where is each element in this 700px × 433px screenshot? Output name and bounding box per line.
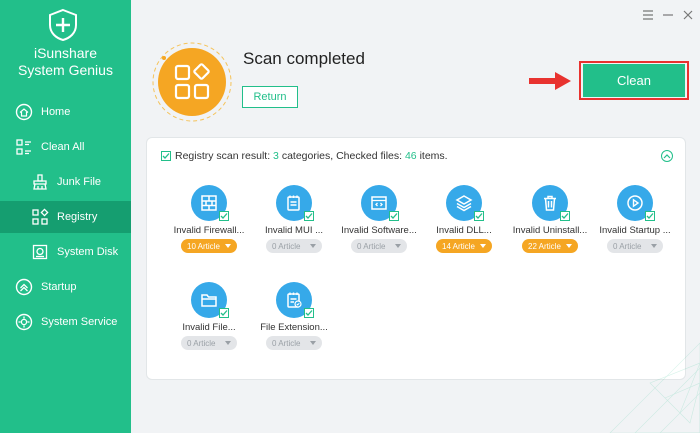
registry-icon: [30, 207, 50, 227]
startup-icon: [14, 277, 34, 297]
category-label: Invalid Firewall...: [173, 225, 245, 236]
collapse-icon[interactable]: [661, 150, 673, 162]
chevron-down-icon: [480, 244, 486, 248]
category-label: File Extension...: [260, 322, 328, 333]
category-label: Invalid File...: [182, 322, 236, 333]
article-count: 0 Article: [357, 241, 386, 251]
select-all-checkbox[interactable]: [161, 151, 171, 161]
article-count: 22 Article: [528, 241, 561, 251]
decorative-pattern: [609, 342, 700, 433]
sidebar-item-label: System Service: [41, 316, 118, 328]
sidebar-item-system-service[interactable]: System Service: [0, 306, 131, 338]
article-count-dropdown[interactable]: 0 Article: [351, 239, 407, 253]
category-label: Invalid Software...: [341, 225, 417, 236]
sidebar-item-home[interactable]: Home: [0, 96, 131, 128]
article-count-dropdown[interactable]: 10 Article: [181, 239, 237, 253]
category-invalid-software[interactable]: Invalid Software... 0 Article: [337, 185, 421, 260]
category-invalid-uninstall[interactable]: Invalid Uninstall... 22 Article: [508, 185, 592, 260]
summary-prefix: Registry scan result:: [175, 150, 271, 162]
article-count-dropdown[interactable]: 22 Article: [522, 239, 578, 253]
category-invalid-mui[interactable]: Invalid MUI ... 0 Article: [252, 185, 336, 260]
category-file-extension[interactable]: File Extension... 0 Article: [252, 282, 336, 357]
category-checkbox[interactable]: [219, 211, 229, 221]
red-arrow-icon: [529, 72, 571, 90]
clean-button[interactable]: Clean: [583, 64, 685, 97]
category-invalid-firewall[interactable]: Invalid Firewall... 10 Article: [167, 185, 251, 260]
article-count-dropdown[interactable]: 0 Article: [266, 239, 322, 253]
system-service-icon: [14, 312, 34, 332]
sidebar-item-system-disk[interactable]: System Disk: [0, 236, 131, 268]
category-checkbox[interactable]: [645, 211, 655, 221]
sidebar-item-label: Registry: [57, 211, 98, 223]
article-count-dropdown[interactable]: 14 Article: [436, 239, 492, 253]
category-label: Invalid MUI ...: [264, 225, 324, 236]
sidebar-item-clean-all[interactable]: Clean All: [0, 131, 131, 163]
chevron-down-icon: [310, 244, 316, 248]
article-count: 10 Article: [187, 241, 220, 251]
chevron-down-icon: [225, 244, 231, 248]
article-count-dropdown[interactable]: 0 Article: [266, 336, 322, 350]
article-count-dropdown[interactable]: 0 Article: [607, 239, 663, 253]
category-checkbox[interactable]: [474, 211, 484, 221]
menu-icon[interactable]: [640, 8, 656, 22]
sidebar-item-label: Junk File: [57, 176, 102, 188]
category-label: Invalid Uninstall...: [512, 225, 588, 236]
category-checkbox[interactable]: [389, 211, 399, 221]
minimize-icon[interactable]: [660, 8, 676, 22]
scan-complete-icon: [152, 42, 232, 122]
sidebar-item-label: Home: [41, 106, 71, 118]
article-count-dropdown[interactable]: 0 Article: [181, 336, 237, 350]
clean-all-icon: [14, 137, 34, 157]
return-button[interactable]: Return: [242, 86, 298, 108]
category-invalid-file[interactable]: Invalid File... 0 Article: [167, 282, 251, 357]
files-count: 46: [404, 150, 417, 162]
category-invalid-startup[interactable]: Invalid Startup ... 0 Article: [593, 185, 677, 260]
page-title: Scan completed: [243, 49, 365, 68]
article-count: 0 Article: [272, 241, 301, 251]
article-count: 0 Article: [272, 338, 301, 348]
category-label: Invalid Startup ...: [599, 225, 671, 236]
category-checkbox[interactable]: [219, 308, 229, 318]
app-name-line2: System Genius: [18, 62, 113, 78]
chevron-down-icon: [395, 244, 401, 248]
categories-count: 3: [273, 150, 279, 162]
sidebar-item-startup[interactable]: Startup: [0, 271, 131, 303]
category-checkbox[interactable]: [304, 308, 314, 318]
chevron-down-icon: [310, 341, 316, 345]
article-count: 0 Article: [613, 241, 642, 251]
shield-plus-logo-icon: [49, 8, 77, 42]
chevron-down-icon: [225, 341, 231, 345]
sidebar-item-junk-file[interactable]: Junk File: [0, 166, 131, 198]
sidebar-item-label: Clean All: [41, 141, 85, 153]
sidebar-item-label: System Disk: [57, 246, 119, 258]
summary-suffix: items.: [419, 150, 448, 162]
sidebar: iSunshare System Genius Home Clean All J…: [0, 0, 131, 433]
category-label: Invalid DLL...: [436, 225, 492, 236]
app-name-line1: iSunshare: [33, 45, 98, 61]
junk-file-icon: [30, 172, 50, 192]
chevron-down-icon: [651, 244, 657, 248]
sidebar-item-registry[interactable]: Registry: [0, 201, 131, 233]
app-name: iSunshare System Genius: [0, 45, 131, 79]
home-icon: [14, 102, 34, 122]
article-count: 0 Article: [187, 338, 216, 348]
category-checkbox[interactable]: [304, 211, 314, 221]
summary-middle: categories, Checked files:: [281, 150, 403, 162]
category-invalid-dll[interactable]: Invalid DLL... 14 Article: [422, 185, 506, 260]
close-icon[interactable]: [680, 8, 696, 22]
chevron-down-icon: [566, 244, 572, 248]
article-count: 14 Article: [442, 241, 475, 251]
sidebar-item-label: Startup: [41, 281, 77, 293]
system-disk-icon: [30, 242, 50, 262]
category-checkbox[interactable]: [560, 211, 570, 221]
scan-summary: Registry scan result: 3 categories, Chec…: [161, 150, 448, 162]
